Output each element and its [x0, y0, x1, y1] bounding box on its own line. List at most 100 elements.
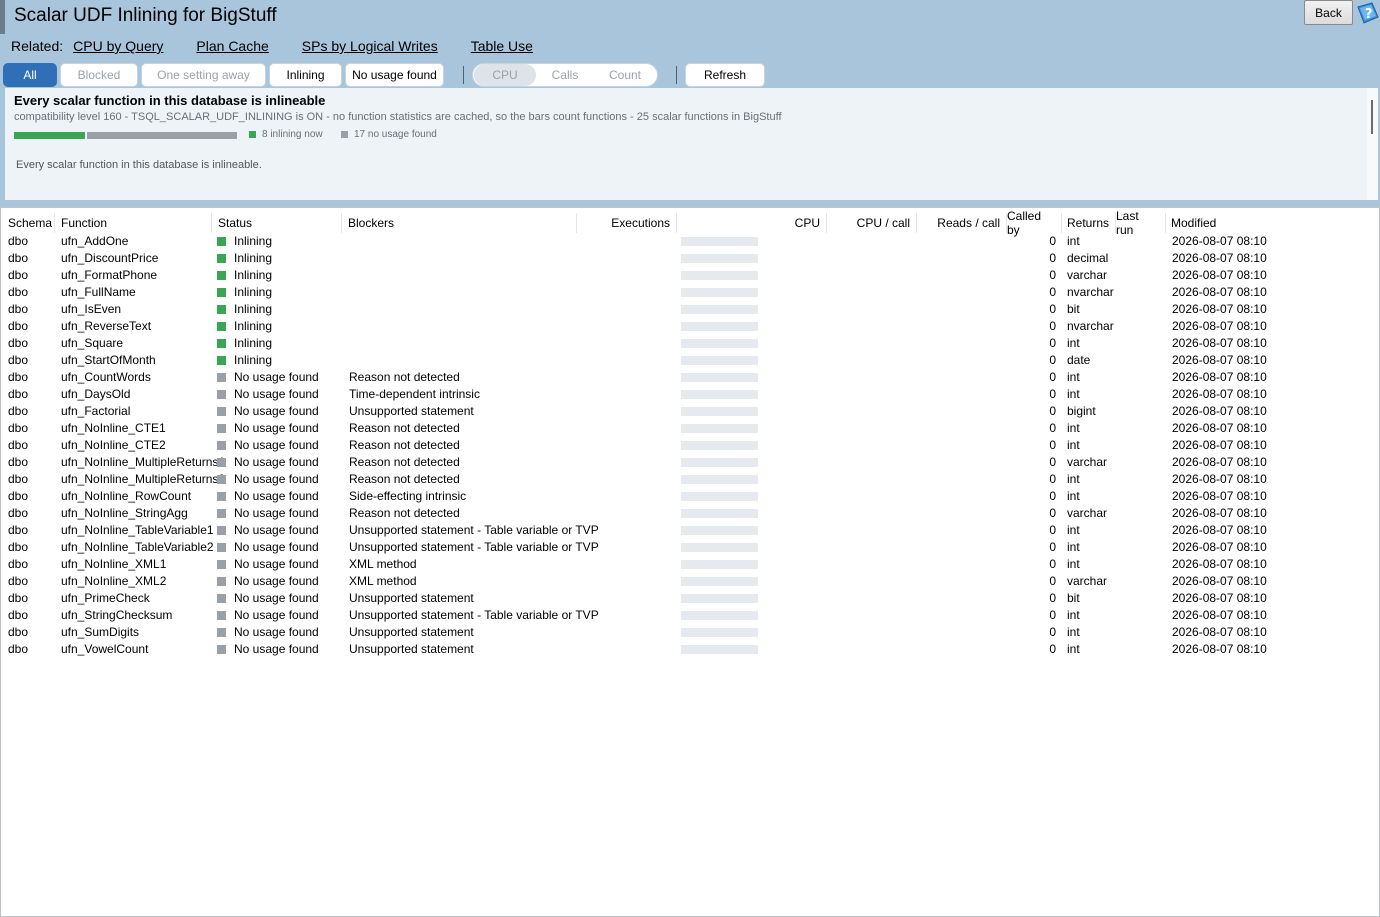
cell-schema: dbo: [8, 557, 29, 571]
svg-text:?: ?: [1365, 7, 1373, 22]
table-row[interactable]: dbo ufn_StartOfMonth Inlining 0 date 2026-08-…: [1, 352, 1379, 369]
related-label: Related:: [11, 38, 64, 54]
col-cpu[interactable]: CPU: [677, 213, 827, 233]
table-row[interactable]: dbo ufn_StringChecksum No usage found Unsup…: [1, 607, 1379, 624]
filter-no-usage-found[interactable]: No usage found: [345, 63, 444, 87]
metric-calls[interactable]: Calls: [539, 64, 591, 86]
cell-called-by: 0: [1049, 251, 1056, 265]
cell-function: ufn_NoInline_XML2: [61, 574, 167, 588]
cell-schema: dbo: [8, 489, 29, 503]
table-row[interactable]: dbo ufn_Square Inlining 0 int 2026-08-07 08:1…: [1, 335, 1379, 352]
cell-function: ufn_NoInline_MultipleReturns1: [61, 455, 226, 469]
col-last-run[interactable]: Last run: [1116, 209, 1166, 237]
table-row[interactable]: dbo ufn_NoInline_StringAgg No usage found R…: [1, 505, 1379, 522]
cell-returns: int: [1067, 234, 1080, 248]
table-row[interactable]: dbo ufn_NoInline_XML2 No usage found XML me…: [1, 573, 1379, 590]
cell-modified: 2026-08-07 08:10: [1172, 557, 1267, 571]
col-schema[interactable]: Schema: [8, 213, 55, 233]
cell-returns: varchar: [1067, 506, 1108, 520]
link-cpu-by-query[interactable]: CPU by Query: [73, 38, 163, 54]
cpu-bar: [681, 424, 758, 433]
table-row[interactable]: dbo ufn_AddOne Inlining 0 int 2026-08-07 08:1…: [1, 233, 1379, 250]
cpu-bar: [681, 509, 758, 518]
legend-no-usage-label: 17 no usage found: [354, 129, 437, 140]
cell-blockers: Side-effecting intrinsic: [349, 489, 467, 503]
cell-status: No usage found: [217, 624, 319, 641]
filter-one-setting-away[interactable]: One setting away: [141, 63, 266, 87]
table-row[interactable]: dbo ufn_CountWords No usage found Reason no…: [1, 369, 1379, 386]
cpu-bar: [681, 628, 758, 637]
filter-inlining[interactable]: Inlining: [269, 63, 342, 87]
cell-modified: 2026-08-07 08:10: [1172, 234, 1267, 248]
table-row[interactable]: dbo ufn_PrimeCheck No usage found Unsupport…: [1, 590, 1379, 607]
legend-inlining-label: 8 inlining now: [262, 129, 323, 140]
cell-returns: bit: [1067, 591, 1080, 605]
col-cpu-per-call[interactable]: CPU / call: [827, 213, 917, 233]
cell-modified: 2026-08-07 08:10: [1172, 319, 1267, 333]
table-row[interactable]: dbo ufn_FormatPhone Inlining 0 varchar 2026-0…: [1, 267, 1379, 284]
cell-modified: 2026-08-07 08:10: [1172, 591, 1267, 605]
table-row[interactable]: dbo ufn_NoInline_CTE2 No usage found Reason…: [1, 437, 1379, 454]
metric-toggle: CPU Calls Count: [472, 63, 658, 87]
col-executions[interactable]: Executions: [581, 213, 677, 233]
summary-panel: Every scalar function in this database i…: [5, 88, 1378, 200]
table-row[interactable]: dbo ufn_FullName Inlining 0 nvarchar 2026-08-…: [1, 284, 1379, 301]
table-row[interactable]: dbo ufn_NoInline_TableVariable2 No usage f…: [1, 539, 1379, 556]
table-row[interactable]: dbo ufn_NoInline_RowCount No usage found Si…: [1, 488, 1379, 505]
cell-blockers: Unsupported statement: [349, 642, 474, 656]
cpu-bar: [681, 543, 758, 552]
col-modified[interactable]: Modified: [1171, 213, 1378, 233]
status-label: Inlining: [234, 302, 273, 316]
cell-status: No usage found: [217, 386, 319, 403]
legend-no-usage: 17 no usage found: [341, 129, 437, 140]
cell-called-by: 0: [1049, 642, 1056, 656]
col-blockers[interactable]: Blockers: [348, 213, 577, 233]
table-row[interactable]: dbo ufn_NoInline_XML1 No usage found XML me…: [1, 556, 1379, 573]
status-label: Inlining: [234, 336, 273, 350]
refresh-button[interactable]: Refresh: [685, 63, 765, 87]
summary-scrollbar[interactable]: [1367, 88, 1378, 200]
cell-schema: dbo: [8, 472, 29, 486]
table-row[interactable]: dbo ufn_IsEven Inlining 0 bit 2026-08-07 08:1…: [1, 301, 1379, 318]
metric-count[interactable]: Count: [597, 64, 653, 86]
status-label: No usage found: [234, 625, 319, 639]
metric-cpu[interactable]: CPU: [474, 64, 536, 86]
status-label: No usage found: [234, 455, 319, 469]
cell-status: No usage found: [217, 369, 319, 386]
link-sps-by-logical-writes[interactable]: SPs by Logical Writes: [302, 38, 438, 54]
col-called-by[interactable]: Called by: [1007, 209, 1062, 237]
cell-blockers: Reason not detected: [349, 472, 460, 486]
table-row[interactable]: dbo ufn_NoInline_MultipleReturns2 No usage…: [1, 471, 1379, 488]
cell-returns: int: [1067, 336, 1080, 350]
cell-blockers: Reason not detected: [349, 421, 460, 435]
back-button[interactable]: Back: [1304, 0, 1353, 25]
col-status[interactable]: Status: [218, 213, 342, 233]
table-row[interactable]: dbo ufn_Factorial No usage found Unsupporte…: [1, 403, 1379, 420]
summary-scrollbar-thumb[interactable]: [1371, 100, 1373, 134]
col-returns[interactable]: Returns: [1067, 213, 1116, 233]
table-row[interactable]: dbo ufn_NoInline_CTE1 No usage found Reason…: [1, 420, 1379, 437]
table-row[interactable]: dbo ufn_ReverseText Inlining 0 nvarchar 2026-…: [1, 318, 1379, 335]
col-reads-per-call[interactable]: Reads / call: [917, 213, 1007, 233]
cell-returns: int: [1067, 438, 1080, 452]
filter-all[interactable]: All: [3, 63, 57, 87]
cell-called-by: 0: [1049, 404, 1056, 418]
table-row[interactable]: dbo ufn_NoInline_TableVariable1 No usage f…: [1, 522, 1379, 539]
cell-blockers: Reason not detected: [349, 438, 460, 452]
table-row[interactable]: dbo ufn_NoInline_MultipleReturns1 No usage…: [1, 454, 1379, 471]
status-dot-icon: [217, 390, 226, 399]
status-label: No usage found: [234, 574, 319, 588]
table-row[interactable]: dbo ufn_DiscountPrice Inlining 0 decimal 2026…: [1, 250, 1379, 267]
status-label: No usage found: [234, 540, 319, 554]
table-row[interactable]: dbo ufn_VowelCount No usage found Unsupport…: [1, 641, 1379, 658]
cell-called-by: 0: [1049, 438, 1056, 452]
col-function[interactable]: Function: [61, 213, 212, 233]
link-plan-cache[interactable]: Plan Cache: [196, 38, 268, 54]
link-table-use[interactable]: Table Use: [471, 38, 533, 54]
cell-modified: 2026-08-07 08:10: [1172, 370, 1267, 384]
table-row[interactable]: dbo ufn_DaysOld No usage found Time-depende…: [1, 386, 1379, 403]
table-row[interactable]: dbo ufn_SumDigits No usage found Unsupporte…: [1, 624, 1379, 641]
filter-blocked[interactable]: Blocked: [60, 63, 138, 87]
help-icon[interactable]: ?: [1354, 1, 1380, 27]
status-label: Inlining: [234, 251, 273, 265]
